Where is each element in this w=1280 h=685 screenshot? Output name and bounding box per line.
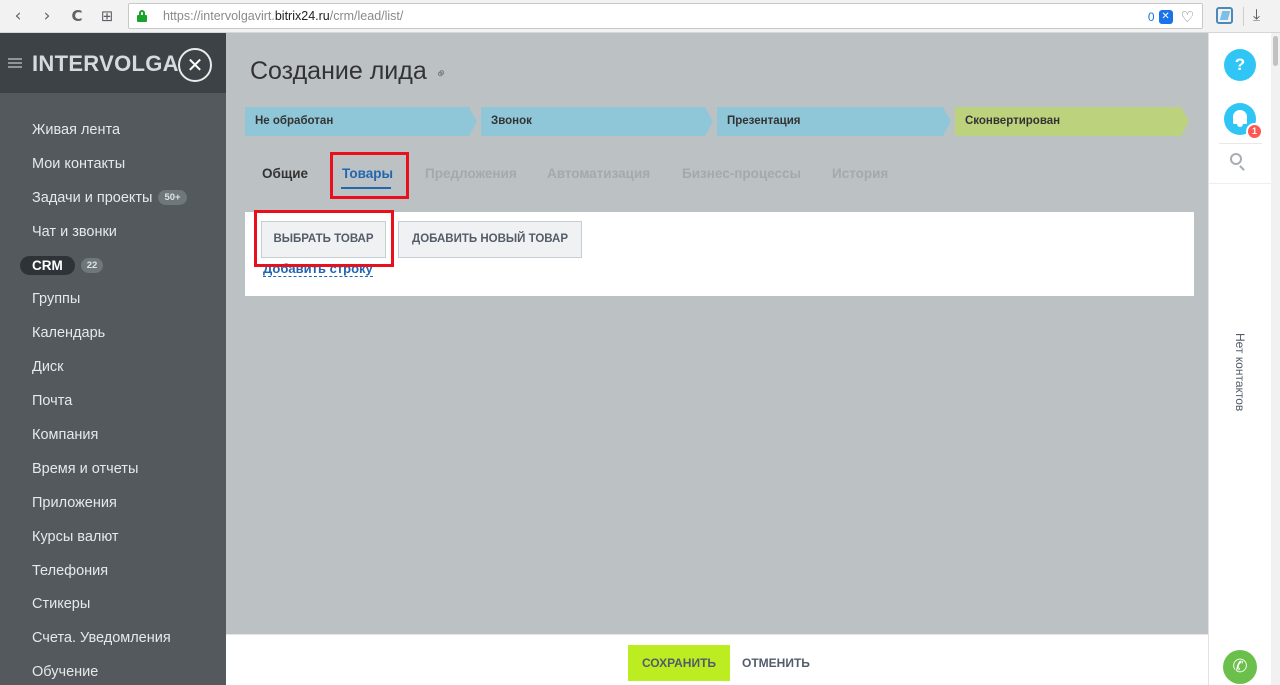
tab-offers[interactable]: Предложения (425, 166, 517, 181)
sidebar-item-applications[interactable]: Приложения (0, 486, 226, 520)
right-panel: ? 1 Нет контактов ✆ (1208, 33, 1272, 685)
extension-icon[interactable] (1216, 7, 1233, 24)
toolbar-divider (1243, 7, 1244, 26)
bell-icon (1233, 110, 1247, 124)
help-button[interactable]: ? (1224, 49, 1256, 81)
stage-call[interactable]: Звонок (481, 107, 713, 136)
sidebar-item-label: Календарь (32, 325, 106, 342)
close-menu-icon[interactable]: ✕ (178, 48, 212, 82)
notifications-button[interactable]: 1 (1224, 103, 1263, 140)
sidebar-header: INTERVOLGA ✕ (0, 33, 226, 93)
url-text: https://intervolgavirt.bitrix24.ru/crm/l… (163, 9, 404, 23)
link-icon[interactable]: ⚭ (432, 64, 452, 84)
sidebar-item-label: Диск (32, 359, 64, 376)
sidebar-item-time-reports[interactable]: Время и отчеты (0, 452, 226, 486)
no-contacts-label: Нет контактов (1233, 333, 1247, 412)
sidebar-item-stickers[interactable]: Стикеры (0, 587, 226, 621)
notification-count-badge: 1 (1246, 123, 1263, 140)
counter-badge: 50+ (158, 190, 187, 206)
left-sidebar: INTERVOLGA ✕ Живая лента Мои контакты За… (0, 33, 226, 685)
sidebar-item-label: Время и отчеты (32, 460, 139, 477)
sidebar-item-live-feed[interactable]: Живая лента (0, 113, 226, 147)
sidebar-item-invoices[interactable]: Счета. Уведомления (0, 621, 226, 655)
add-new-product-button[interactable]: ДОБАВИТЬ НОВЫЙ ТОВАР (398, 221, 582, 258)
company-logo[interactable]: INTERVOLGA (32, 51, 179, 77)
sidebar-item-telephony[interactable]: Телефония (0, 554, 226, 588)
page-title: Создание лида (250, 57, 427, 85)
sidebar-item-company[interactable]: Компания (0, 418, 226, 452)
tab-business-processes[interactable]: Бизнес-процессы (682, 166, 801, 181)
tab-general[interactable]: Общие (262, 166, 308, 181)
bottom-action-bar: СОХРАНИТЬ ОТМЕНИТЬ (226, 634, 1208, 685)
sidebar-item-label: Почта (32, 393, 73, 410)
phone-icon[interactable]: ✆ (1223, 650, 1257, 684)
sidebar-item-currency-rates[interactable]: Курсы валют (0, 520, 226, 554)
sidebar-item-learning[interactable]: Обучение (0, 655, 226, 685)
counter-badge: 22 (80, 258, 104, 273)
sidebar-item-label: Задачи и проекты (32, 189, 153, 206)
back-button[interactable]: ‹ (7, 5, 29, 27)
sidebar-item-label: Чат и звонки (32, 223, 117, 240)
hamburger-icon[interactable] (8, 58, 22, 68)
sidebar-item-label-active: CRM (20, 256, 75, 275)
sidebar-item-label: Компания (32, 426, 99, 443)
search-icon[interactable] (1230, 153, 1250, 173)
cancel-button[interactable]: ОТМЕНИТЬ (742, 645, 810, 681)
highlight-box-select-product (254, 210, 394, 267)
forward-button[interactable]: › (36, 5, 58, 27)
tab-history[interactable]: История (832, 166, 888, 181)
scrollbar-thumb[interactable] (1273, 36, 1278, 66)
sidebar-item-disk[interactable]: Диск (0, 350, 226, 384)
sidebar-item-groups[interactable]: Группы (0, 282, 226, 316)
sidebar-item-my-contacts[interactable]: Мои контакты (0, 147, 226, 181)
speed-dial-grid-icon[interactable]: ⊞ (96, 5, 118, 27)
sidebar-item-label: Приложения (32, 494, 117, 511)
address-bar[interactable]: https://intervolgavirt.bitrix24.ru/crm/l… (128, 3, 1203, 29)
sidebar-item-crm[interactable]: CRM 22 (0, 249, 226, 283)
sidebar-menu: Живая лента Мои контакты Задачи и проект… (0, 113, 226, 685)
adblock-icon[interactable]: ✕ (1158, 10, 1173, 24)
stage-pipeline: Не обработан Звонок Презентация Сконверт… (245, 107, 1195, 136)
sidebar-item-label: Обучение (32, 664, 99, 681)
adblock-count: 0 (1147, 10, 1155, 24)
sidebar-item-label: Группы (32, 291, 81, 308)
sidebar-item-calendar[interactable]: Календарь (0, 316, 226, 350)
tab-automation[interactable]: Автоматизация (547, 166, 650, 181)
sidebar-item-label: Стикеры (32, 596, 91, 613)
stage-converted[interactable]: Сконвертирован (955, 107, 1189, 136)
bookmark-heart-icon[interactable]: ♡ (1181, 8, 1194, 26)
sidebar-item-label: Курсы валют (32, 528, 119, 545)
stage-not-processed[interactable]: Не обработан (245, 107, 477, 136)
sidebar-item-label: Живая лента (32, 121, 121, 138)
sidebar-item-label: Мои контакты (32, 155, 126, 172)
sidebar-item-label: Счета. Уведомления (32, 630, 171, 647)
reload-button[interactable]: C (66, 5, 88, 27)
download-icon[interactable]: ⤓ (1253, 5, 1260, 25)
sidebar-item-chat[interactable]: Чат и звонки (0, 215, 226, 249)
scrollbar[interactable] (1271, 33, 1280, 685)
browser-toolbar: ‹ › C ⊞ https://intervolgavirt.bitrix24.… (0, 0, 1280, 33)
sidebar-item-tasks[interactable]: Задачи и проекты 50+ (0, 181, 226, 215)
lock-icon (137, 10, 147, 22)
sidebar-item-mail[interactable]: Почта (0, 384, 226, 418)
stage-presentation[interactable]: Презентация (717, 107, 951, 136)
save-button[interactable]: СОХРАНИТЬ (628, 645, 730, 681)
highlight-box-products-tab (330, 152, 409, 199)
sidebar-item-label: Телефония (32, 562, 109, 579)
